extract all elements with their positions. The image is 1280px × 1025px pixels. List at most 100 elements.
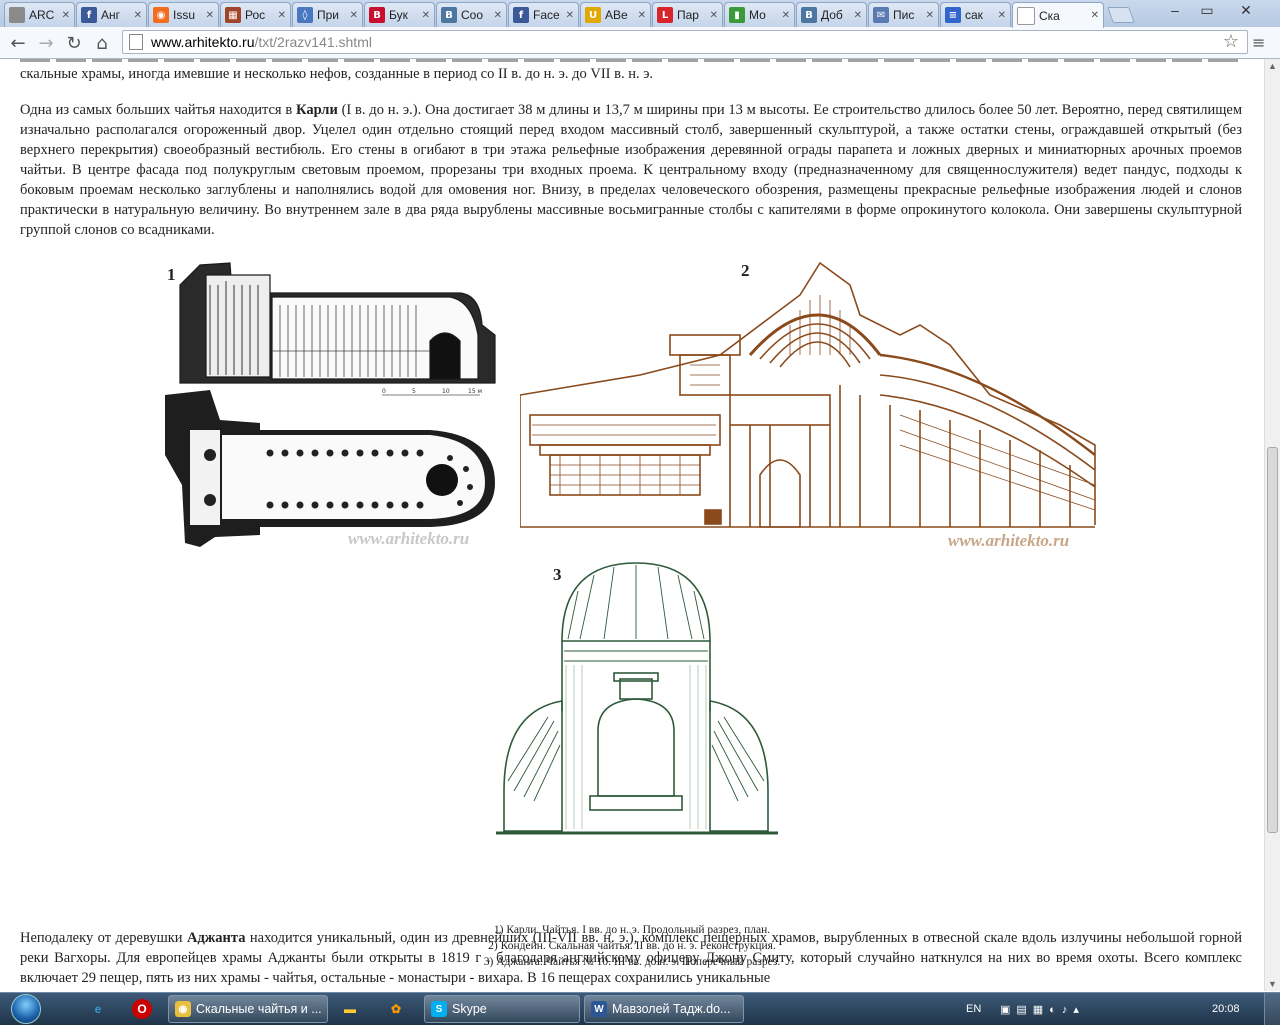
page-icon — [1017, 6, 1035, 25]
show-desktop-button[interactable] — [1264, 993, 1280, 1025]
skype-icon: S — [431, 1001, 447, 1017]
address-bar[interactable]: www.arhitekto.ru/txt/2razv141.shtml ☆ — [122, 30, 1248, 54]
tab-close-icon[interactable]: ✕ — [854, 10, 862, 21]
language-indicator[interactable]: EN — [966, 993, 981, 1025]
tab-close-icon[interactable]: ✕ — [926, 10, 934, 21]
scroll-up-arrow-icon[interactable]: ▲ — [1268, 61, 1277, 71]
karli-text-start: Одна из самых больших чайтья находится в — [20, 102, 297, 118]
vertical-scrollbar[interactable]: ▲ ▼ — [1264, 59, 1280, 991]
tray-icons[interactable]: ▣▤▦◐♪▴ — [1000, 993, 1085, 1025]
facebook-icon: f — [81, 7, 97, 23]
taskbar-button[interactable]: W Мавзолей Тадж.do... — [584, 995, 744, 1023]
scroll-down-arrow-icon[interactable]: ▼ — [1268, 979, 1277, 989]
facebook-icon: f — [513, 7, 529, 23]
kondane-drawing — [520, 261, 1096, 528]
back-button[interactable]: ← — [6, 31, 30, 55]
tab-close-icon[interactable]: ✕ — [1091, 10, 1099, 21]
taskbar-button-label: Мавзолей Тадж.do... — [612, 1002, 731, 1016]
forward-button[interactable]: → — [34, 31, 58, 55]
karli-text-rest: (I в. до н. э.). Она достигает 38 м длин… — [20, 102, 1243, 238]
back-arrow-icon: ← — [10, 32, 26, 54]
clock[interactable]: 20:08 — [1212, 993, 1240, 1025]
tab-label: сак — [965, 8, 983, 22]
tab-close-icon[interactable]: ✕ — [566, 10, 574, 21]
browser-tab[interactable]: ARC ✕ — [4, 2, 75, 27]
ajanta-text-start: Неподалеку от деревушки — [20, 930, 187, 946]
paragraph-karli: Одна из самых больших чайтья находится в… — [20, 100, 1242, 240]
page-icon — [129, 34, 143, 50]
ajanta-drawing — [496, 562, 778, 835]
browser-tab[interactable]: ◉ Issu ✕ — [148, 2, 219, 27]
forward-arrow-icon: → — [38, 32, 54, 54]
home-button[interactable]: ⌂ — [90, 31, 114, 55]
tab-label: Face — [533, 8, 560, 22]
taskbar-button[interactable]: ◉ Скальные чайтья и ... — [168, 995, 328, 1023]
tab-label: Доб — [821, 8, 843, 22]
tab-close-icon[interactable]: ✕ — [638, 10, 646, 21]
browser-tab[interactable]: ✉ Пис ✕ — [868, 2, 939, 27]
browser-tab[interactable]: B Доб ✕ — [796, 2, 867, 27]
watermark-1: www.arhitekto.ru — [348, 529, 470, 548]
scrollbar-thumb[interactable] — [1267, 447, 1278, 833]
browser-tab[interactable]: ▦ Рос ✕ — [220, 2, 291, 27]
tab-close-icon[interactable]: ✕ — [782, 10, 790, 21]
loading-spinner-icon — [9, 7, 25, 23]
vk-icon: B — [441, 7, 457, 23]
bukvoed-icon: B — [369, 7, 385, 23]
drop-icon: ◊ — [297, 7, 313, 23]
browser-tab[interactable]: Ска ✕ — [1012, 2, 1104, 28]
folder-icon[interactable]: ▬ — [340, 999, 360, 1019]
mail-icon: ✉ — [873, 7, 889, 23]
reload-icon: ↻ — [66, 32, 82, 54]
browser-tab[interactable]: B Соо ✕ — [436, 2, 507, 27]
windows-taskbar: e O ◉ Скальные чайтья и ... S Skype W Мавзоле… — [0, 992, 1280, 1025]
minimize-button[interactable]: – — [1160, 0, 1190, 20]
browser-tab[interactable]: ≡ сак ✕ — [940, 2, 1011, 27]
browser-tab[interactable]: B Бук ✕ — [364, 2, 435, 27]
tab-label: Рос — [245, 8, 266, 22]
scale-tick-15: 15 м — [468, 388, 482, 395]
page-content: скальные храмы, иногда имевшие и несколь… — [0, 59, 1264, 991]
tab-close-icon[interactable]: ✕ — [998, 10, 1006, 21]
document-icon: ≡ — [945, 7, 961, 23]
tab-close-icon[interactable]: ✕ — [206, 10, 214, 21]
browser-tab[interactable]: f Face ✕ — [508, 2, 579, 27]
start-button[interactable] — [4, 993, 48, 1025]
new-tab-button[interactable] — [1107, 7, 1135, 23]
browser-tab[interactable]: f Анг ✕ — [76, 2, 147, 27]
tab-close-icon[interactable]: ✕ — [350, 10, 358, 21]
tab-close-icon[interactable]: ✕ — [422, 10, 430, 21]
close-window-button[interactable]: ✕ — [1224, 0, 1268, 20]
url-path: /txt/2razv141.shtml — [254, 34, 372, 50]
maximize-button[interactable]: ▭ — [1192, 0, 1222, 20]
tab-close-icon[interactable]: ✕ — [134, 10, 142, 21]
karli-drawing: 0 5 10 15 м — [165, 262, 496, 547]
tab-close-icon[interactable]: ✕ — [494, 10, 502, 21]
tab-label: ARC — [29, 8, 55, 22]
browser-tab[interactable]: ▮ Мо ✕ — [724, 2, 795, 27]
tab-close-icon[interactable]: ✕ — [62, 10, 70, 21]
windows-logo-icon — [11, 994, 41, 1024]
word-icon: W — [591, 1001, 607, 1017]
figure: 1 2 3 0 5 10 15 м www.arhitekto.ru www.a… — [0, 255, 1264, 968]
browser-tab[interactable]: U АВе ✕ — [580, 2, 651, 27]
tab-close-icon[interactable]: ✕ — [710, 10, 718, 21]
menu-icon[interactable]: ≡ — [1252, 33, 1272, 53]
browser-tab[interactable]: L Пар ✕ — [652, 2, 723, 27]
tab-close-icon[interactable]: ✕ — [278, 10, 286, 21]
tab-label: Бук — [389, 8, 408, 22]
scale-tick-0: 0 — [382, 388, 386, 395]
home-icon: ⌂ — [96, 32, 108, 54]
avast-icon[interactable]: ✿ — [386, 999, 406, 1019]
tab-label: Мо — [749, 8, 766, 22]
reload-button[interactable]: ↻ — [62, 31, 86, 55]
taskbar-button[interactable]: S Skype — [424, 995, 580, 1023]
bookmark-star-icon[interactable]: ☆ — [1223, 31, 1239, 52]
tab-label: Соо — [461, 8, 484, 22]
brick-icon: ▦ — [225, 7, 241, 23]
internet-explorer-icon[interactable]: e — [88, 999, 108, 1019]
tab-label: Issu — [173, 8, 196, 22]
opera-icon[interactable]: O — [132, 999, 152, 1019]
browser-tab[interactable]: ◊ При ✕ — [292, 2, 363, 27]
tab-label: Ска — [1039, 8, 1060, 23]
